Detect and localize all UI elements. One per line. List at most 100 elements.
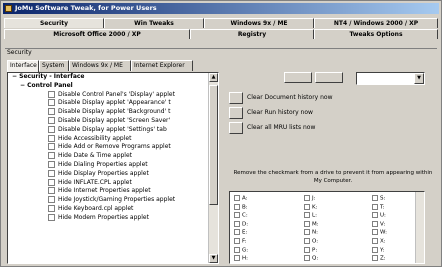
checkbox[interactable] bbox=[304, 229, 310, 236]
clear-run-history-button[interactable] bbox=[229, 107, 243, 119]
tree-item[interactable]: Hide Dialing Properties applet bbox=[8, 160, 218, 170]
checkbox[interactable] bbox=[48, 99, 55, 107]
checkbox[interactable] bbox=[372, 238, 378, 244]
drive-checkbox[interactable]: X: bbox=[372, 238, 386, 245]
subtab-windows-9x-me[interactable]: Windows 9x / ME bbox=[69, 60, 131, 71]
toolbar-button-1[interactable] bbox=[284, 72, 312, 83]
tree-item[interactable]: Hide Modem Properties applet bbox=[8, 213, 218, 223]
checkbox[interactable] bbox=[234, 246, 240, 253]
drive-checkbox[interactable]: G: bbox=[234, 246, 248, 253]
checkbox[interactable] bbox=[48, 187, 55, 195]
tree-item[interactable]: Hide Joystick/Gaming Properties applet bbox=[8, 196, 218, 205]
checkbox[interactable] bbox=[372, 220, 378, 227]
tab-security[interactable]: Security bbox=[4, 18, 104, 28]
checkbox[interactable] bbox=[304, 246, 310, 253]
checkbox[interactable] bbox=[234, 238, 240, 244]
checkbox[interactable] bbox=[372, 203, 378, 210]
tab-nt4-2000-xp[interactable]: NT4 / Windows 2000 / XP bbox=[314, 18, 438, 28]
drive-checkbox[interactable]: M: bbox=[304, 220, 319, 227]
subtab-interface[interactable]: Interface bbox=[7, 60, 39, 72]
checkbox[interactable] bbox=[48, 213, 55, 221]
checkbox[interactable] bbox=[234, 212, 240, 219]
tree-item[interactable]: Hide Date & Time applet bbox=[8, 152, 218, 161]
drive-checkbox[interactable]: O: bbox=[304, 238, 318, 245]
tab-tweaks-options[interactable]: Tweaks Options bbox=[314, 29, 438, 39]
drive-checkbox[interactable]: F: bbox=[234, 238, 247, 245]
minus-icon[interactable]: − bbox=[12, 73, 17, 80]
checkbox[interactable] bbox=[48, 204, 55, 212]
subtab-system[interactable]: System bbox=[39, 60, 69, 71]
checkbox[interactable] bbox=[304, 212, 310, 219]
checkbox[interactable] bbox=[372, 229, 378, 236]
tab-registry[interactable]: Registry bbox=[190, 29, 314, 39]
tree-item[interactable]: Hide Display Properties applet bbox=[8, 169, 218, 179]
tab-windows-9x-me[interactable]: Windows 9x / ME bbox=[204, 18, 314, 28]
tree-scrollbar[interactable]: ▲ ▼ bbox=[208, 73, 218, 263]
tab-microsoft-office[interactable]: Microsoft Office 2000 / XP bbox=[4, 29, 190, 39]
drive-checkbox[interactable]: P: bbox=[304, 246, 317, 253]
checkbox[interactable] bbox=[304, 238, 310, 244]
checkbox[interactable] bbox=[372, 246, 378, 253]
tree-item[interactable]: Hide Accessibility applet bbox=[8, 134, 218, 144]
toolbar-button-2[interactable] bbox=[315, 72, 343, 83]
checkbox[interactable] bbox=[234, 255, 240, 262]
checkbox[interactable] bbox=[48, 90, 55, 98]
tree-item[interactable]: Disable Display applet 'Settings' tab bbox=[8, 125, 218, 135]
drive-checkbox[interactable]: H: bbox=[234, 255, 248, 262]
settings-tree[interactable]: − Security - Interface − Control Panel D… bbox=[7, 72, 219, 264]
tree-item[interactable]: Hide Internet Properties applet bbox=[8, 187, 218, 196]
drive-checkbox[interactable]: E: bbox=[234, 229, 247, 236]
checkbox[interactable] bbox=[48, 125, 55, 133]
drive-checkbox[interactable]: J: bbox=[304, 195, 315, 202]
drive-checkbox[interactable]: C: bbox=[234, 212, 248, 219]
drive-checkbox[interactable]: L: bbox=[304, 212, 317, 219]
tree-item[interactable]: Hide Add or Remove Programs applet bbox=[8, 143, 218, 152]
tree-item[interactable]: Hide Keyboard.cpl applet bbox=[8, 204, 218, 214]
drive-checkbox[interactable]: Q: bbox=[304, 255, 318, 262]
scroll-up-icon[interactable]: ▲ bbox=[209, 73, 218, 82]
drive-checkbox[interactable]: V: bbox=[372, 220, 385, 227]
drive-checkbox[interactable]: S: bbox=[372, 195, 385, 202]
checkbox[interactable] bbox=[234, 229, 240, 236]
checkbox[interactable] bbox=[48, 116, 55, 124]
options-combo[interactable]: ▼ bbox=[356, 72, 425, 85]
drive-checkbox[interactable]: T: bbox=[372, 203, 385, 210]
checkbox[interactable] bbox=[48, 152, 55, 160]
minus-icon[interactable]: − bbox=[20, 82, 25, 89]
checkbox[interactable] bbox=[304, 255, 310, 262]
checkbox[interactable] bbox=[304, 220, 310, 227]
tree-item[interactable]: Disable Display applet 'Screen Saver' bbox=[8, 116, 218, 126]
checkbox[interactable] bbox=[48, 178, 55, 186]
drive-checkbox[interactable]: K: bbox=[304, 203, 317, 210]
drive-checkbox[interactable]: Z: bbox=[372, 255, 386, 262]
drive-grid-scrollbar[interactable] bbox=[415, 192, 424, 263]
checkbox[interactable] bbox=[304, 203, 310, 210]
tree-item[interactable]: Disable Display applet 'Appearance' t bbox=[8, 99, 218, 108]
scroll-thumb[interactable] bbox=[209, 85, 218, 205]
drive-checkbox[interactable]: D: bbox=[234, 220, 248, 227]
clear-document-history-button[interactable] bbox=[229, 92, 243, 104]
tree-item[interactable]: Disable Display applet 'Background' t bbox=[8, 108, 218, 117]
tree-group[interactable]: − Control Panel bbox=[8, 82, 218, 91]
checkbox[interactable] bbox=[372, 255, 378, 262]
checkbox[interactable] bbox=[48, 196, 55, 204]
drive-checkbox[interactable]: A: bbox=[234, 195, 248, 202]
checkbox[interactable] bbox=[48, 143, 55, 151]
checkbox[interactable] bbox=[48, 169, 55, 177]
checkbox[interactable] bbox=[48, 160, 55, 168]
tree-item[interactable]: Hide INFLATE.CPL applet bbox=[8, 178, 218, 188]
checkbox[interactable] bbox=[234, 220, 240, 227]
checkbox[interactable] bbox=[372, 212, 378, 219]
drive-checkbox[interactable]: Y: bbox=[372, 246, 384, 253]
drive-checkbox[interactable]: N: bbox=[304, 229, 318, 236]
chevron-down-icon[interactable]: ▼ bbox=[414, 73, 424, 84]
tree-item[interactable]: Disable Control Panel's 'Display' applet bbox=[8, 90, 218, 100]
tree-root[interactable]: − Security - Interface bbox=[8, 73, 218, 82]
tab-win-tweaks[interactable]: Win Tweaks bbox=[104, 18, 204, 28]
drive-checkbox[interactable]: B: bbox=[234, 203, 248, 210]
scroll-down-icon[interactable]: ▼ bbox=[209, 254, 218, 263]
checkbox[interactable] bbox=[234, 195, 240, 201]
clear-mru-lists-button[interactable] bbox=[229, 122, 243, 134]
subtab-internet-explorer[interactable]: Internet Explorer bbox=[131, 60, 193, 71]
checkbox[interactable] bbox=[234, 203, 240, 210]
